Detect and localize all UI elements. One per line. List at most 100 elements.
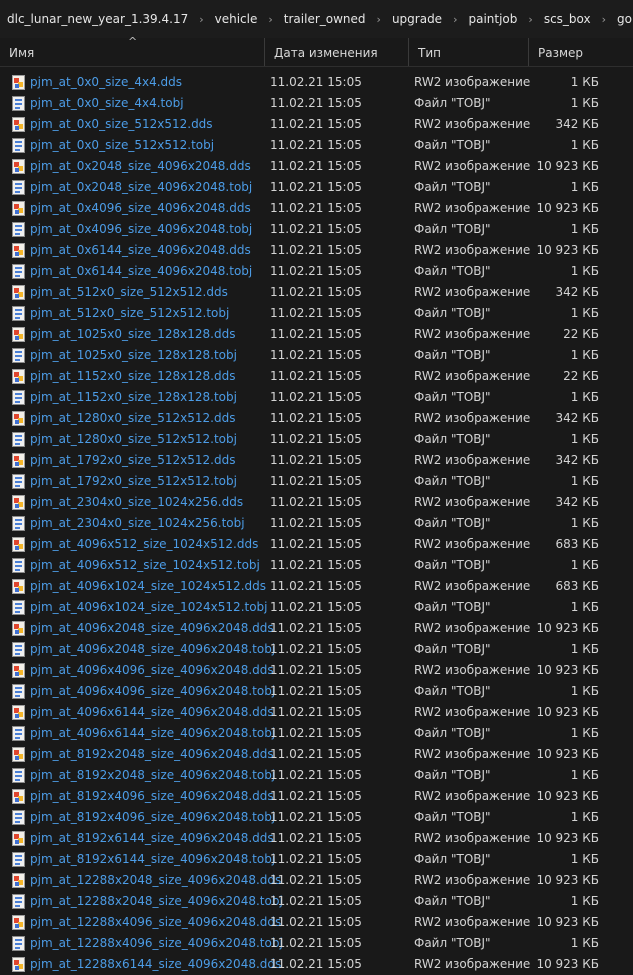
breadcrumb-segment[interactable]: dlc_lunar_new_year_1.39.4.17 [3,12,192,26]
file-row[interactable]: pjm_at_4096x6144_size_4096x2048.tobj 11.0… [0,723,633,744]
file-size: 1 КБ [570,180,599,194]
file-row[interactable]: pjm_at_0x0_size_512x512.dds 11.02.21 15:0… [0,114,633,135]
file-row[interactable]: pjm_at_1280x0_size_512x512.tobj 11.02.21 … [0,429,633,450]
file-date: 11.02.21 15:05 [270,243,362,257]
file-size: 22 КБ [563,327,599,341]
file-row[interactable]: pjm_at_1025x0_size_128x128.dds 11.02.21 1… [0,324,633,345]
file-row[interactable]: pjm_at_8192x6144_size_4096x2048.tobj 11.0… [0,849,633,870]
file-size: 342 КБ [555,285,599,299]
file-row[interactable]: pjm_at_4096x2048_size_4096x2048.tobj 11.0… [0,639,633,660]
rw2-image-icon [12,789,25,804]
file-date: 11.02.21 15:05 [270,432,362,446]
tobj-file-icon [12,516,25,531]
file-row[interactable]: pjm_at_4096x1024_size_1024x512.dds 11.02.… [0,576,633,597]
file-row[interactable]: pjm_at_8192x6144_size_4096x2048.dds 11.02… [0,828,633,849]
file-type: Файл "TOBJ" [414,432,491,446]
tobj-file-icon [12,180,25,195]
rw2-image-icon [12,579,25,594]
file-row[interactable]: pjm_at_1152x0_size_128x128.tobj 11.02.21 … [0,387,633,408]
file-date: 11.02.21 15:05 [270,873,362,887]
column-size-header[interactable]: Размер [528,38,633,66]
breadcrumb-segment[interactable]: gold [613,12,633,26]
tobj-file-icon [12,432,25,447]
file-row[interactable]: pjm_at_12288x2048_size_4096x2048.dds 11.0… [0,870,633,891]
file-size: 1 КБ [570,222,599,236]
chevron-right-icon[interactable]: › [446,13,464,26]
file-size: 1 КБ [570,264,599,278]
rw2-image-icon [12,663,25,678]
file-row[interactable]: pjm_at_4096x1024_size_1024x512.tobj 11.02… [0,597,633,618]
tobj-file-icon [12,306,25,321]
file-row[interactable]: pjm_at_12288x4096_size_4096x2048.tobj 11.… [0,933,633,954]
rw2-image-icon [12,747,25,762]
file-row[interactable]: pjm_at_0x0_size_4x4.dds 11.02.21 15:05 RW2… [0,72,633,93]
breadcrumb-segment[interactable]: trailer_owned [280,12,370,26]
file-name: pjm_at_0x2048_size_4096x2048.tobj [30,180,253,194]
column-date-header[interactable]: Дата изменения [264,38,408,66]
rw2-image-icon [12,75,25,90]
file-type: RW2 изображение [414,159,531,173]
file-size: 342 КБ [555,495,599,509]
file-type: RW2 изображение [414,369,531,383]
file-row[interactable]: pjm_at_0x6144_size_4096x2048.tobj 11.02.2… [0,261,633,282]
chevron-right-icon[interactable]: › [521,13,539,26]
file-row[interactable]: pjm_at_12288x2048_size_4096x2048.tobj 11.… [0,891,633,912]
breadcrumb[interactable]: dlc_lunar_new_year_1.39.4.17 › vehicle › tra… [0,0,633,38]
file-type: Файл "TOBJ" [414,684,491,698]
tobj-file-icon [12,936,25,951]
file-row[interactable]: pjm_at_2304x0_size_1024x256.tobj 11.02.21… [0,513,633,534]
file-row[interactable]: pjm_at_0x4096_size_4096x2048.dds 11.02.21… [0,198,633,219]
file-name: pjm_at_4096x512_size_1024x512.dds [30,537,259,551]
breadcrumb-segment[interactable]: paintjob [464,12,521,26]
file-date: 11.02.21 15:05 [270,537,362,551]
breadcrumb-segment[interactable]: scs_box [540,12,595,26]
file-row[interactable]: pjm_at_8192x4096_size_4096x2048.tobj 11.0… [0,807,633,828]
tobj-file-icon [12,600,25,615]
file-row[interactable]: pjm_at_1152x0_size_128x128.dds 11.02.21 1… [0,366,633,387]
file-row[interactable]: pjm_at_12288x4096_size_4096x2048.dds 11.0… [0,912,633,933]
file-row[interactable]: pjm_at_12288x6144_size_4096x2048.dds 11.0… [0,954,633,975]
file-row[interactable]: pjm_at_1792x0_size_512x512.tobj 11.02.21 … [0,471,633,492]
file-date: 11.02.21 15:05 [270,180,362,194]
chevron-right-icon[interactable]: › [370,13,388,26]
column-name-header[interactable]: Имя ^ [0,35,264,66]
file-name: pjm_at_4096x512_size_1024x512.tobj [30,558,260,572]
file-row[interactable]: pjm_at_4096x2048_size_4096x2048.dds 11.02… [0,618,633,639]
file-name: pjm_at_0x6144_size_4096x2048.tobj [30,264,253,278]
file-row[interactable]: pjm_at_512x0_size_512x512.dds 11.02.21 15… [0,282,633,303]
file-row[interactable]: pjm_at_1792x0_size_512x512.dds 11.02.21 1… [0,450,633,471]
file-row[interactable]: pjm_at_512x0_size_512x512.tobj 11.02.21 1… [0,303,633,324]
column-type-header[interactable]: Тип [408,38,528,66]
file-row[interactable]: pjm_at_8192x4096_size_4096x2048.dds 11.02… [0,786,633,807]
file-row[interactable]: pjm_at_1025x0_size_128x128.tobj 11.02.21 … [0,345,633,366]
column-date-label: Дата изменения [274,46,378,60]
chevron-right-icon[interactable]: › [595,13,613,26]
file-row[interactable]: pjm_at_0x6144_size_4096x2048.dds 11.02.21… [0,240,633,261]
file-row[interactable]: pjm_at_1280x0_size_512x512.dds 11.02.21 1… [0,408,633,429]
file-type: RW2 изображение [414,663,531,677]
file-row[interactable]: pjm_at_0x0_size_4x4.tobj 11.02.21 15:05 Фа… [0,93,633,114]
file-date: 11.02.21 15:05 [270,789,362,803]
file-row[interactable]: pjm_at_0x4096_size_4096x2048.tobj 11.02.2… [0,219,633,240]
file-row[interactable]: pjm_at_4096x512_size_1024x512.tobj 11.02.… [0,555,633,576]
file-name: pjm_at_1152x0_size_128x128.tobj [30,390,237,404]
chevron-right-icon[interactable]: › [261,13,279,26]
file-size: 10 923 КБ [536,957,599,971]
file-row[interactable]: pjm_at_4096x6144_size_4096x2048.dds 11.02… [0,702,633,723]
file-row[interactable]: pjm_at_2304x0_size_1024x256.dds 11.02.21 … [0,492,633,513]
file-row[interactable]: pjm_at_8192x2048_size_4096x2048.dds 11.02… [0,744,633,765]
file-date: 11.02.21 15:05 [270,831,362,845]
file-row[interactable]: pjm_at_0x0_size_512x512.tobj 11.02.21 15:… [0,135,633,156]
file-row[interactable]: pjm_at_0x2048_size_4096x2048.tobj 11.02.2… [0,177,633,198]
breadcrumb-segment[interactable]: upgrade [388,12,446,26]
file-type: Файл "TOBJ" [414,222,491,236]
file-row[interactable]: pjm_at_4096x4096_size_4096x2048.dds 11.02… [0,660,633,681]
breadcrumb-segment[interactable]: vehicle [211,12,262,26]
file-row[interactable]: pjm_at_8192x2048_size_4096x2048.tobj 11.0… [0,765,633,786]
chevron-right-icon[interactable]: › [192,13,210,26]
file-row[interactable]: pjm_at_4096x512_size_1024x512.dds 11.02.2… [0,534,633,555]
tobj-file-icon [12,852,25,867]
file-row[interactable]: pjm_at_0x2048_size_4096x2048.dds 11.02.21… [0,156,633,177]
file-row[interactable]: pjm_at_4096x4096_size_4096x2048.tobj 11.0… [0,681,633,702]
file-date: 11.02.21 15:05 [270,642,362,656]
